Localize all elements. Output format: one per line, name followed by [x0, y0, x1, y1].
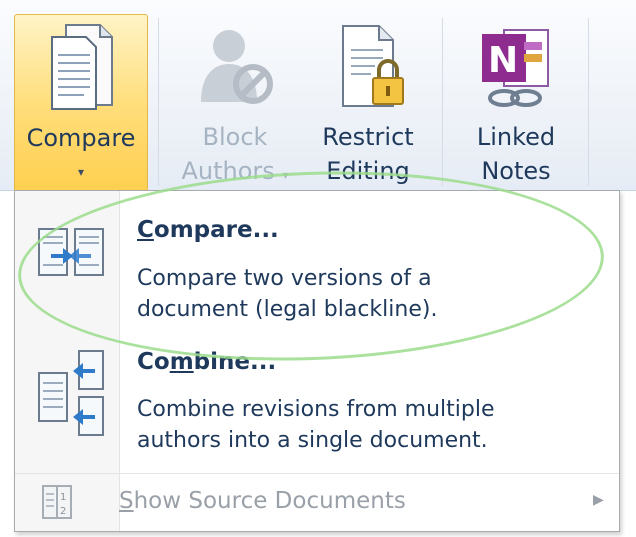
compare-button-label: Compare [26, 124, 136, 152]
linked-notes-label: Linked Notes [452, 120, 580, 188]
compare-item-title: Compare... [137, 217, 279, 243]
lock-document-icon [342, 25, 404, 107]
source-label-rest: how Source Documents [133, 488, 406, 514]
compare-document-icon [51, 24, 113, 110]
ribbon-separator [442, 18, 443, 186]
compare-desc-line1: Compare two versions of a [137, 266, 432, 291]
combine-item-title: Combine... [137, 349, 276, 375]
combine-desc-line1: Combine revisions from multiple [137, 397, 495, 422]
compare-button[interactable]: Compare ▾ [14, 14, 148, 192]
chevron-down-icon: ▾ [77, 165, 85, 179]
restrict-editing-button[interactable]: Restrict Editing [304, 14, 432, 190]
linked-notes-line1: Linked [476, 123, 556, 151]
combine-title-pre: Co [137, 349, 170, 375]
linked-notes-line2: Notes [481, 157, 551, 185]
compare-desc-line2: document (legal blackline). [137, 297, 438, 322]
block-authors-button[interactable]: Block Authors ▾ [170, 14, 300, 190]
combine-item-description: Combine revisions from multiple authors … [137, 394, 495, 456]
restrict-editing-line2: Editing [326, 157, 410, 185]
menu-item-compare[interactable]: Compare... Compare two versions of a doc… [15, 201, 619, 335]
ribbon-separator [588, 18, 589, 186]
svg-text:N: N [488, 40, 518, 81]
ribbon: Compare ▾ Block Authors ▾ Restrict Editi… [0, 0, 636, 192]
combine-documents-icon [38, 350, 104, 436]
compare-dropdown-menu: Compare... Compare two versions of a doc… [14, 190, 620, 532]
menu-item-combine[interactable]: Combine... Combine revisions from multip… [15, 339, 619, 473]
source-documents-icon: 1 2 [42, 485, 72, 519]
compare-title-rest: ompare... [153, 217, 279, 243]
block-authors-line1: Block [202, 123, 268, 151]
block-authors-label: Block Authors ▾ [170, 120, 300, 192]
svg-text:1: 1 [60, 492, 66, 503]
submenu-arrow-icon: ▶ [593, 492, 604, 508]
restrict-editing-line1: Restrict [322, 123, 414, 151]
compare-item-description: Compare two versions of a document (lega… [137, 263, 437, 325]
block-authors-line2: Authors [181, 157, 275, 185]
source-accelerator: S [119, 488, 134, 514]
combine-desc-line2: authors into a single document. [137, 428, 488, 453]
block-authors-icon [201, 30, 273, 104]
compare-title-accelerator: C [137, 217, 154, 243]
restrict-editing-label: Restrict Editing [304, 120, 432, 188]
chevron-down-icon: ▾ [282, 168, 289, 182]
combine-title-accelerator: m [169, 349, 194, 375]
ribbon-separator [158, 18, 159, 186]
svg-text:2: 2 [60, 506, 66, 517]
onenote-linked-icon: N [482, 29, 549, 107]
menu-item-show-source-documents[interactable]: 1 2 Show Source Documents ▶ [15, 473, 619, 530]
linked-notes-button[interactable]: N Linked Notes [452, 14, 580, 190]
compare-versions-icon [38, 228, 104, 276]
combine-title-rest: bine... [193, 349, 277, 375]
show-source-documents-label: Show Source Documents [119, 488, 406, 514]
